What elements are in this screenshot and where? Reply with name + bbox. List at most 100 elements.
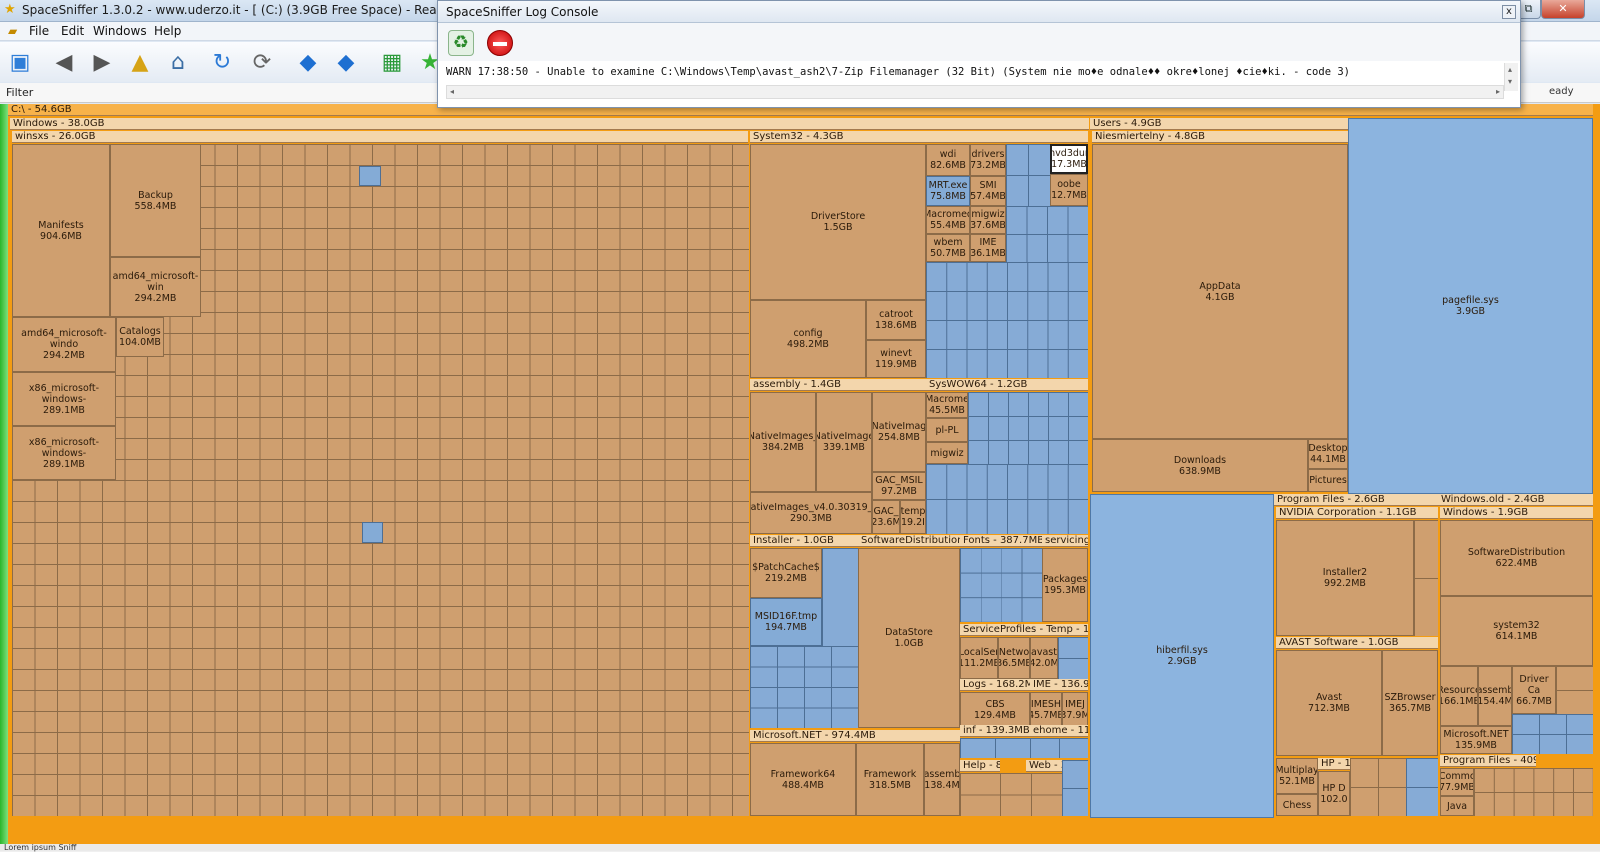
sys32-small-files[interactable] (1006, 144, 1050, 206)
pictures-block[interactable]: Pictures (1308, 469, 1348, 492)
gac-block[interactable]: GAC_ 23.6M (872, 500, 900, 534)
appdata-block[interactable]: AppData 4.1GB (1092, 144, 1348, 439)
fonts-header[interactable]: Fonts - 387.7MB (960, 535, 1042, 547)
manifests-block[interactable]: Manifests 904.6MB (12, 144, 110, 317)
stop-icon[interactable] (487, 30, 513, 56)
winold-windows-header[interactable]: Windows - 1.9GB (1440, 507, 1593, 519)
avast42-block[interactable]: avast 42.0M (1030, 637, 1058, 679)
hp-header[interactable]: HP - 1 (1318, 758, 1350, 770)
macromed2-block[interactable]: Macrome 45.5MB (926, 392, 968, 418)
users-header[interactable]: Users - 4.9GB (1090, 118, 1348, 130)
imesh-block[interactable]: IMESH45.7MB (1030, 692, 1062, 728)
sys32-files-2[interactable] (1006, 206, 1088, 262)
localser-block[interactable]: LocalSer 111.2MB (960, 637, 998, 679)
assembly-header[interactable]: assembly - 1.4GB (750, 379, 926, 391)
pend-file-1[interactable] (359, 166, 381, 186)
log-horizontal-scrollbar[interactable]: ◂ ▸ (446, 85, 1504, 99)
winsxs-header[interactable]: winsxs - 26.0GB (12, 131, 748, 143)
fonts-files[interactable] (960, 548, 1042, 622)
scroll-up-icon[interactable]: ▴ (1508, 65, 1512, 74)
ni2-block[interactable]: NativeImage 339.1MB (816, 392, 872, 492)
pf-misc-files[interactable] (1350, 758, 1406, 816)
log-vertical-scrollbar[interactable]: ▴ ▾ (1504, 63, 1518, 91)
pend-file-2[interactable] (362, 522, 383, 543)
pf2-header[interactable]: Program Files - 409.1M (1440, 755, 1536, 767)
progfiles-header[interactable]: Program Files - 2.6GB (1274, 494, 1438, 506)
system32-header[interactable]: System32 - 4.3GB (750, 131, 1088, 143)
desktop-block[interactable]: Desktop 44.1MB (1308, 439, 1348, 469)
scroll-right-icon[interactable]: ▸ (1496, 87, 1500, 96)
inf-files[interactable] (960, 738, 1030, 758)
assemb2-block[interactable]: assemb 154.4M (1478, 666, 1512, 726)
avast-block[interactable]: Avast 712.3MB (1276, 650, 1382, 756)
installer-file-big[interactable] (822, 548, 858, 646)
config-block[interactable]: config 498.2MB (750, 300, 866, 378)
niesmiertelny-header[interactable]: Niesmiertelny - 4.8GB (1092, 131, 1348, 143)
fw64-block[interactable]: Framework64 488.4MB (750, 743, 856, 816)
drivers-block[interactable]: drivers 73.2MB (970, 144, 1006, 176)
sd2-block[interactable]: SoftwareDistribution 622.4MB (1440, 520, 1593, 596)
ime2-header[interactable]: IME - 136.9M (1030, 679, 1088, 691)
help-header[interactable]: Help - 87 (960, 760, 1000, 772)
winevt-block[interactable]: winevt 119.9MB (866, 340, 926, 378)
wbem-block[interactable]: wbem 50.7MB (926, 234, 970, 262)
msnet-block[interactable]: Microsoft.NET 135.9MB (1440, 726, 1512, 754)
downloads-block[interactable]: Downloads 638.9MB (1092, 439, 1308, 492)
installer2-block[interactable]: Installer2 992.2MB (1276, 520, 1414, 636)
avastsw-header[interactable]: AVAST Software - 1.0GB (1276, 637, 1438, 649)
hiberfil-block[interactable]: hiberfil.sys 2.9GB (1090, 494, 1274, 818)
msid-block[interactable]: MSID16F.tmp 194.7MB (750, 598, 822, 646)
winold-blue-files[interactable] (1512, 714, 1593, 754)
resource-block[interactable]: Resource166.1MB (1440, 666, 1478, 726)
ime-block[interactable]: IME 36.1MB (970, 234, 1006, 262)
pagefile-block[interactable]: pagefile.sys 3.9GB (1348, 118, 1593, 494)
svcprof-header[interactable]: ServiceProfiles - Temp - 169.8 (960, 624, 1088, 636)
patchcache-block[interactable]: $PatchCache$ 219.2MB (750, 548, 822, 598)
web-header[interactable]: Web - 3 (1026, 760, 1062, 772)
temp-block[interactable]: temp 19.2I (900, 500, 926, 534)
scroll-left-icon[interactable]: ◂ (450, 87, 454, 96)
nvidia-header[interactable]: NVIDIA Corporation - 1.1GB (1276, 507, 1438, 519)
multiplay-block[interactable]: Multiplay 52.1MB (1276, 758, 1318, 794)
szbrowser-block[interactable]: SZBrowser 365.7MB (1382, 650, 1438, 756)
ehome-files[interactable] (1030, 738, 1088, 758)
gacmsil-block[interactable]: GAC_MSIL 97.2MB (872, 472, 926, 500)
windows-header[interactable]: Windows - 38.0GB (10, 118, 1089, 130)
log-close-button[interactable]: x (1502, 5, 1516, 19)
chess-block[interactable]: Chess (1276, 794, 1318, 816)
syswow-files-2[interactable] (926, 464, 1088, 534)
pf2-files[interactable] (1474, 768, 1593, 816)
amd64-mwind-block[interactable]: amd64_microsoft-windo 294.2MB (12, 317, 116, 372)
amd64-mw-block[interactable]: amd64_microsoft-win 294.2MB (110, 257, 201, 317)
sys32b-block[interactable]: system32 614.1MB (1440, 596, 1593, 666)
migwiz2-block[interactable]: migwiz (926, 442, 968, 464)
hpd-block[interactable]: HP D 102.0 (1318, 771, 1350, 816)
winold-files[interactable] (1556, 666, 1593, 714)
migwiz-block[interactable]: migwiz 37.6MB (970, 206, 1006, 234)
oobe-block[interactable]: oobe 12.7MB (1050, 174, 1088, 206)
fw-block[interactable]: Framework 318.5MB (856, 743, 924, 816)
commc-block[interactable]: Commc 77.9MB (1440, 768, 1474, 796)
packages-block[interactable]: Packages 195.3MB (1042, 548, 1088, 622)
sys32-files-3[interactable] (926, 262, 1088, 378)
netwo-block[interactable]: Netwo86.5MB (998, 637, 1030, 679)
scroll-down-icon[interactable]: ▾ (1508, 77, 1512, 86)
nvidia-files[interactable] (1414, 520, 1438, 636)
java-block[interactable]: Java (1440, 796, 1474, 816)
ni3-block[interactable]: NativeImag 254.8MB (872, 392, 926, 472)
cbs-block[interactable]: CBS 129.4MB (960, 692, 1030, 728)
macromed-block[interactable]: Macromed55.4MB (926, 206, 970, 234)
svcprof-files[interactable] (1058, 637, 1088, 679)
datastore-block[interactable]: DataStore 1.0GB (858, 548, 960, 728)
x86-mw2-block[interactable]: x86_microsoft-windows- 289.1MB (12, 426, 116, 480)
winold-header[interactable]: Windows.old - 2.4GB (1438, 494, 1593, 506)
help-files[interactable] (960, 773, 1000, 816)
syswow-header[interactable]: SysWOW64 - 1.2GB (926, 379, 1088, 391)
web-files[interactable] (1000, 773, 1062, 816)
ni4-block[interactable]: NativeImages_v4.0.30319_3 290.3MB (750, 492, 872, 534)
installer-files[interactable] (750, 646, 858, 728)
ehome-header[interactable]: ehome - 112. (1030, 725, 1088, 737)
recycle-bin-icon[interactable]: ♻ (448, 30, 474, 56)
syswow-files-1[interactable] (968, 392, 1088, 464)
mrt-block[interactable]: MRT.exe 75.8MB (926, 176, 970, 206)
